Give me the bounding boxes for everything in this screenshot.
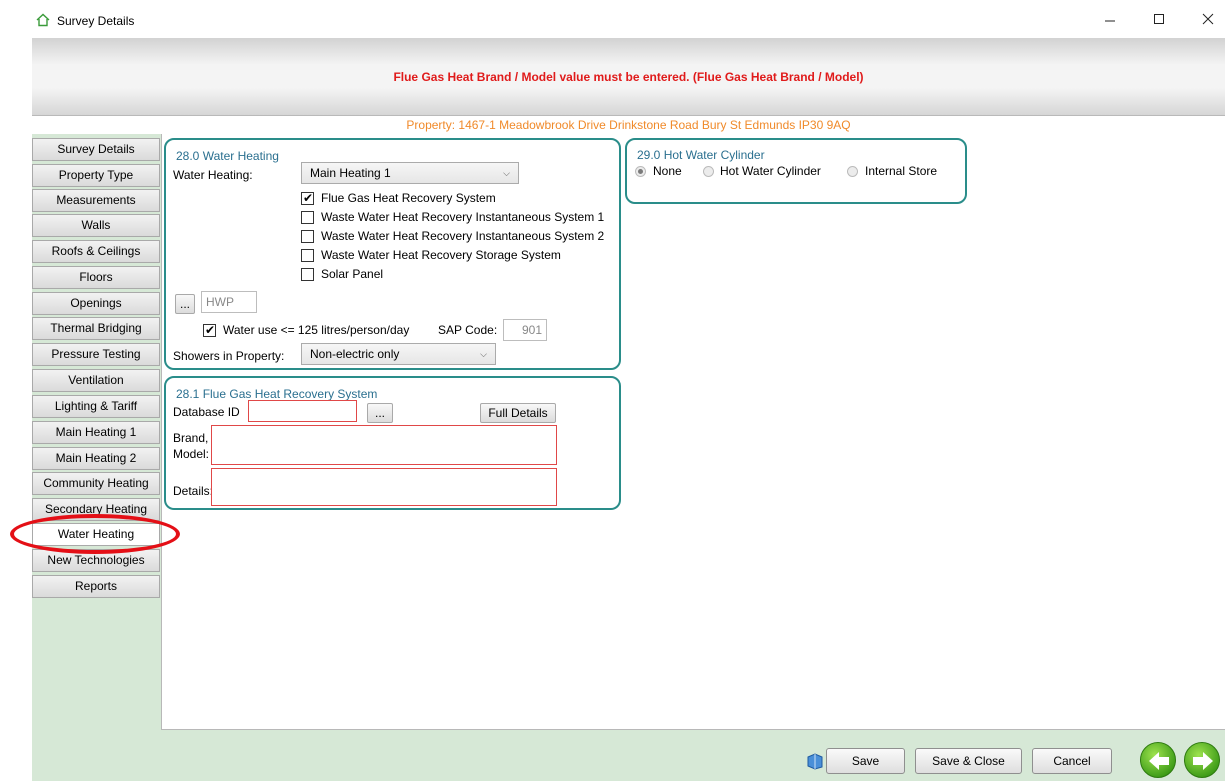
previous-button[interactable] (1140, 742, 1176, 778)
database-id-label: Database ID (173, 405, 240, 419)
showers-select[interactable]: Non-electric only ⌵ (301, 343, 496, 365)
checkmark-icon: ✔ (205, 323, 216, 337)
cancel-button[interactable]: Cancel (1032, 748, 1112, 774)
wwhr-instantaneous-1-label: Waste Water Heat Recovery Instantaneous … (321, 210, 605, 224)
sidebar-item-water-heating[interactable]: Water Heating (32, 523, 160, 546)
save-button[interactable]: Save (826, 748, 905, 774)
details-label: Details: (173, 484, 214, 498)
sidebar-item-floors[interactable]: Floors (32, 266, 160, 289)
property-address: Property: 1467-1 Meadowbrook Drive Drink… (406, 118, 851, 132)
details-field[interactable] (211, 468, 557, 506)
window-titlebar: Survey Details (0, 0, 1225, 38)
wwhr-instantaneous-2-checkbox[interactable] (301, 230, 314, 243)
sidebar-item-main-heating-1[interactable]: Main Heating 1 (32, 421, 160, 444)
wwhr-storage-checkbox[interactable] (301, 249, 314, 262)
hwp-field[interactable]: HWP (201, 291, 257, 313)
model-label: Model: (173, 447, 210, 461)
arrow-right-icon (1193, 752, 1213, 770)
chevron-down-icon: ⌵ (503, 168, 510, 178)
sidebar-item-reports[interactable]: Reports (32, 575, 160, 598)
validation-message: Flue Gas Heat Brand / Model value must b… (393, 70, 864, 84)
next-button[interactable] (1184, 742, 1220, 778)
sidebar-item-secondary-heating[interactable]: Secondary Heating (32, 498, 160, 521)
brand-model-field[interactable] (211, 425, 557, 465)
sidebar-item-main-heating-2[interactable]: Main Heating 2 (32, 447, 160, 470)
minimize-button[interactable] (1096, 6, 1124, 32)
hot-water-cylinder-group: 29.0 Hot Water Cylinder None Hot Water C… (625, 138, 967, 204)
sidebar-item-thermal-bridging[interactable]: Thermal Bridging (32, 317, 160, 340)
flue-gas-checkbox[interactable]: ✔ (301, 191, 314, 205)
sidebar-item-openings[interactable]: Openings (32, 292, 160, 315)
water-heating-group-title: 28.0 Water Heating (176, 149, 279, 163)
sidebar-item-pressure-testing[interactable]: Pressure Testing (32, 343, 160, 366)
sidebar-item-community-heating[interactable]: Community Heating (32, 472, 160, 495)
close-icon (1202, 13, 1214, 25)
sidebar-item-property-type[interactable]: Property Type (32, 164, 160, 187)
minimize-icon (1105, 20, 1115, 22)
maximize-icon (1154, 14, 1164, 24)
solar-panel-label: Solar Panel (321, 267, 384, 281)
water-use-label: Water use <= 125 litres/person/day (223, 323, 410, 337)
showers-label: Showers in Property: (173, 349, 285, 363)
flue-gas-group-title: 28.1 Flue Gas Heat Recovery System (176, 387, 378, 401)
sidebar-item-walls[interactable]: Walls (32, 214, 160, 237)
water-heating-group: 28.0 Water Heating Water Heating: Main H… (164, 138, 621, 370)
database-id-field[interactable] (248, 400, 357, 422)
database-browse-button[interactable]: ... (367, 403, 393, 423)
close-button[interactable] (1194, 6, 1222, 32)
flue-gas-option-label: Flue Gas Heat Recovery System (321, 191, 496, 205)
sap-code-field[interactable]: 901 (503, 319, 547, 341)
hot-water-cylinder-title: 29.0 Hot Water Cylinder (637, 148, 765, 162)
brand-label: Brand, (173, 431, 209, 445)
wwhr-instantaneous-2-label: Waste Water Heat Recovery Instantaneous … (321, 229, 605, 243)
water-heating-select[interactable]: Main Heating 1 ⌵ (301, 162, 519, 184)
full-details-button[interactable]: Full Details (480, 403, 556, 423)
checkmark-icon: ✔ (303, 191, 314, 205)
cylinder-internal-store-radio[interactable] (847, 166, 858, 177)
window-title: Survey Details (57, 14, 135, 28)
sidebar-item-lighting-tariff[interactable]: Lighting & Tariff (32, 395, 160, 418)
cylinder-internal-store-label: Internal Store (865, 164, 938, 178)
save-close-button[interactable]: Save & Close (915, 748, 1022, 774)
help-book-icon[interactable] (806, 752, 824, 770)
chevron-down-icon: ⌵ (480, 349, 487, 359)
sidebar-item-new-technologies[interactable]: New Technologies (32, 549, 160, 572)
water-use-checkbox[interactable]: ✔ (203, 323, 216, 337)
cylinder-none-radio[interactable] (635, 166, 646, 177)
water-heating-label: Water Heating: (173, 168, 253, 182)
home-icon (36, 13, 50, 27)
validation-banner: Flue Gas Heat Brand / Model value must b… (32, 38, 1225, 116)
sidebar-item-ventilation[interactable]: Ventilation (32, 369, 160, 392)
flue-gas-group: 28.1 Flue Gas Heat Recovery System Datab… (164, 376, 621, 510)
sidebar-item-survey-details[interactable]: Survey Details (32, 138, 160, 161)
wwhr-instantaneous-1-checkbox[interactable] (301, 211, 314, 224)
solar-panel-checkbox[interactable] (301, 268, 314, 281)
arrow-left-icon (1149, 752, 1169, 770)
maximize-button[interactable] (1145, 6, 1173, 32)
sap-code-label: SAP Code: (438, 323, 498, 337)
hwp-browse-button[interactable]: ... (175, 294, 195, 314)
sidebar-item-roofs-ceilings[interactable]: Roofs & Ceilings (32, 240, 160, 263)
cylinder-none-label: None (653, 164, 682, 178)
cylinder-hot-water-label: Hot Water Cylinder (720, 164, 821, 178)
sidebar-item-measurements[interactable]: Measurements (32, 189, 160, 212)
cylinder-hot-water-radio[interactable] (703, 166, 714, 177)
wwhr-storage-label: Waste Water Heat Recovery Storage System (321, 248, 561, 262)
